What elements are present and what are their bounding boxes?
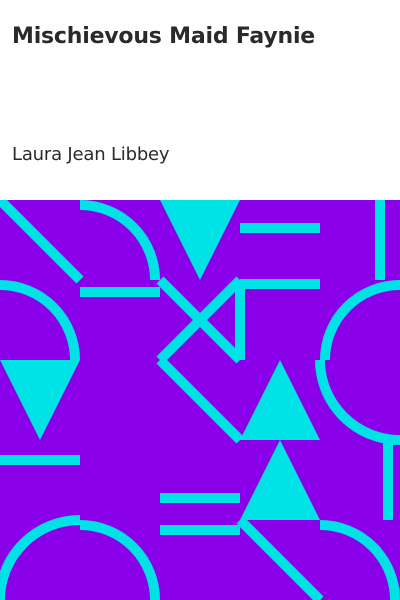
book-cover: Mischievous Maid Faynie Laura Jean Libbe… — [0, 0, 400, 600]
book-author: Laura Jean Libbey — [12, 144, 170, 165]
cover-header: Mischievous Maid Faynie Laura Jean Libbe… — [0, 0, 400, 200]
cover-art — [0, 200, 400, 600]
top-strip — [0, 0, 400, 12]
book-title: Mischievous Maid Faynie — [12, 24, 316, 49]
